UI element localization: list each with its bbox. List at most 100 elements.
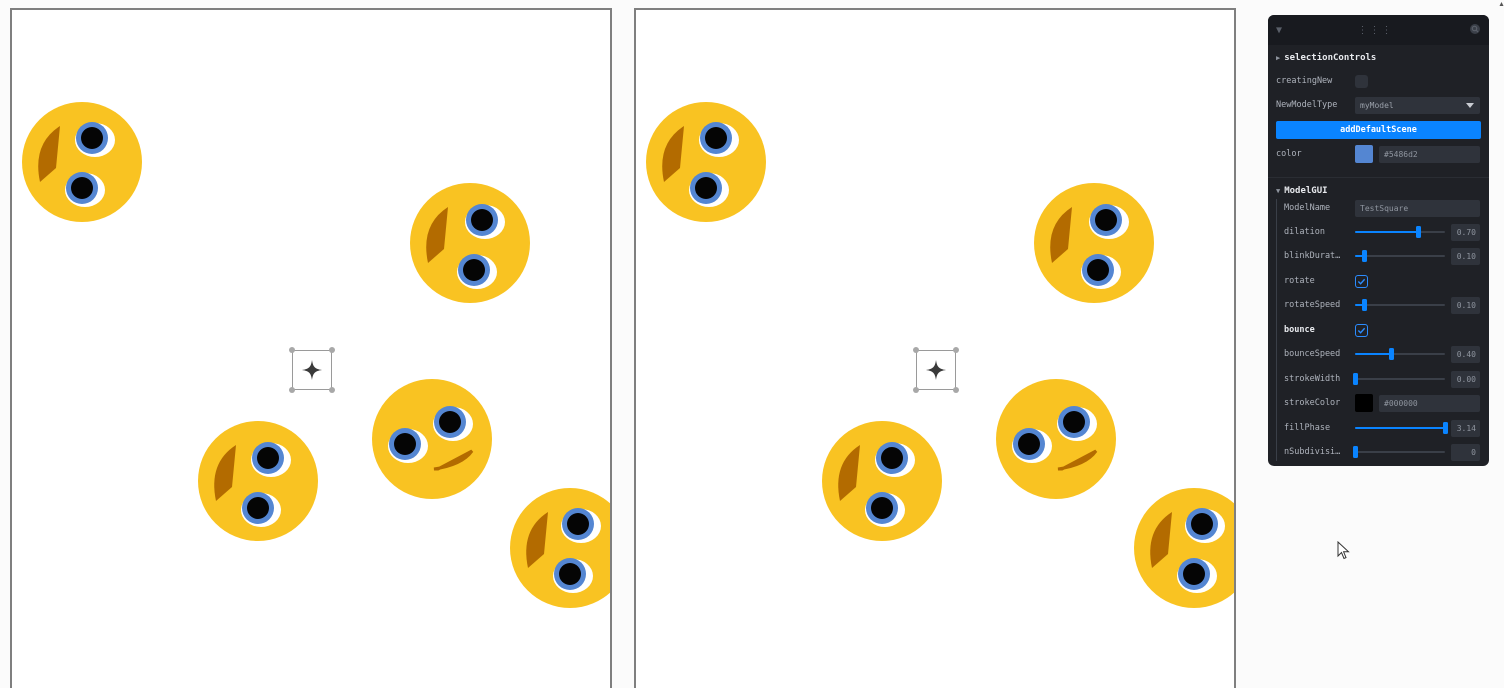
row-bounce: bounce (1268, 319, 1489, 341)
n-subdivisions-value[interactable]: 0 (1451, 443, 1480, 461)
handle-corner[interactable] (329, 347, 335, 353)
handle-corner[interactable] (289, 387, 295, 393)
dilation-value[interactable]: 0.70 (1451, 223, 1480, 241)
blink-duration-slider[interactable] (1355, 250, 1445, 262)
rotate-speed-slider-thumb[interactable] (1362, 299, 1367, 311)
rotate-speed-slider[interactable] (1355, 299, 1445, 311)
sparkle-icon (302, 360, 322, 380)
chevron-down-icon: ▼ (1276, 187, 1281, 195)
row-model-name: ModelName TestSquare (1268, 197, 1489, 219)
sparkle-icon (926, 360, 946, 380)
row-stroke-color: strokeColor #000000 (1268, 392, 1489, 414)
eye-face-model[interactable] (410, 183, 530, 303)
folder-title-model-gui: ModelGUI (1284, 186, 1328, 196)
mouse-cursor-icon (1337, 541, 1350, 560)
right-viewport[interactable] (634, 8, 1236, 688)
checkmark-icon (1357, 327, 1366, 334)
stroke-width-slider-thumb[interactable] (1353, 373, 1358, 385)
fill-phase-slider[interactable] (1355, 422, 1448, 434)
color-hex-field[interactable]: #5486d2 (1379, 145, 1480, 163)
new-model-type-select[interactable]: myModel (1355, 96, 1480, 114)
checkmark-icon (1357, 278, 1366, 285)
blink-duration-value[interactable]: 0.10 (1451, 247, 1480, 265)
scroll-up-icon[interactable] (1499, 0, 1504, 10)
row-bounce-speed: bounceSpeed 0.40 (1268, 343, 1489, 365)
row-new-model-type: NewModelType myModel (1268, 94, 1489, 116)
rotate-checkbox[interactable] (1355, 274, 1368, 288)
n-subdivisions-slider[interactable] (1353, 446, 1445, 458)
color-swatch[interactable] (1355, 145, 1373, 163)
stroke-color-hex-field[interactable]: #000000 (1379, 394, 1480, 412)
creating-new-label: creatingNew (1276, 76, 1333, 86)
bounce-speed-slider[interactable] (1355, 348, 1445, 360)
left-viewport[interactable] (10, 8, 612, 688)
model-name-field[interactable]: TestSquare (1355, 199, 1480, 217)
new-model-type-value: myModel (1360, 100, 1394, 110)
folder-divider (1268, 177, 1489, 178)
eye-face-model[interactable] (510, 488, 612, 608)
gui-header[interactable]: ▼ ⋮⋮⋮ (1268, 15, 1489, 45)
gui-panel: ▼ ⋮⋮⋮ ▶ selectionControls creatingNew Ne… (1268, 15, 1489, 466)
rotate-label: rotate (1284, 276, 1315, 286)
chevron-right-icon: ▶ (1276, 54, 1281, 62)
rotate-speed-label: rotateSpeed (1284, 300, 1341, 310)
eye-face-model[interactable] (646, 102, 766, 222)
collapse-icon[interactable]: ▼ (1276, 25, 1282, 36)
bounce-speed-slider-thumb[interactable] (1389, 348, 1394, 360)
stroke-width-slider[interactable] (1353, 373, 1445, 385)
row-creating-new: creatingNew (1268, 70, 1489, 92)
eye-face-model[interactable] (822, 421, 942, 541)
creating-new-checkbox[interactable] (1355, 74, 1368, 88)
fill-phase-value[interactable]: 3.14 (1451, 419, 1480, 437)
drag-handle-icon[interactable]: ⋮⋮⋮ (1358, 25, 1394, 36)
folder-model-gui[interactable]: ▼ ModelGUI (1276, 186, 1328, 196)
rotate-speed-value[interactable]: 0.10 (1451, 296, 1480, 314)
folder-selection-controls[interactable]: ▶ selectionControls (1276, 53, 1376, 63)
bounce-speed-slider-fill (1355, 353, 1391, 355)
dilation-label: dilation (1284, 227, 1325, 237)
dilation-slider-thumb[interactable] (1416, 226, 1421, 238)
bounce-checkbox[interactable] (1355, 323, 1368, 337)
stroke-color-label: strokeColor (1284, 398, 1341, 408)
eye-face-model[interactable] (198, 421, 318, 541)
selection-handle[interactable] (289, 347, 335, 393)
eye-face-model[interactable] (1034, 183, 1154, 303)
scene-canvas[interactable] (10, 8, 612, 688)
bounce-label: bounce (1284, 325, 1315, 335)
row-rotate-speed: rotateSpeed 0.10 (1268, 294, 1489, 316)
row-rotate: rotate (1268, 270, 1489, 292)
fill-phase-slider-thumb[interactable] (1443, 422, 1448, 434)
handle-corner[interactable] (329, 387, 335, 393)
row-dilation: dilation 0.70 (1268, 221, 1489, 243)
chevron-down-icon (1466, 102, 1474, 108)
search-icon[interactable] (1469, 23, 1481, 38)
color-label: color (1276, 149, 1302, 159)
handle-corner[interactable] (953, 347, 959, 353)
eye-face-model[interactable] (372, 379, 492, 499)
eye-face-model[interactable] (996, 379, 1116, 499)
stroke-width-value[interactable]: 0.00 (1451, 370, 1480, 388)
blink-duration-label: blinkDurat… (1284, 251, 1341, 261)
model-name-label: ModelName (1284, 203, 1331, 213)
dilation-slider[interactable] (1355, 226, 1445, 238)
selection-handle[interactable] (913, 347, 959, 393)
eye-face-model[interactable] (1134, 488, 1236, 608)
stroke-color-swatch[interactable] (1355, 394, 1373, 412)
handle-corner[interactable] (913, 347, 919, 353)
stroke-width-label: strokeWidth (1284, 374, 1341, 384)
row-n-subdivisions: nSubdivisi… 0 (1268, 441, 1489, 463)
folder-title-selection-controls: selectionControls (1284, 53, 1377, 63)
scene-canvas[interactable] (634, 8, 1236, 688)
fill-phase-slider-fill (1355, 427, 1445, 429)
dilation-slider-fill (1355, 231, 1418, 233)
add-default-scene-button[interactable]: addDefaultScene (1276, 121, 1481, 139)
blink-duration-slider-thumb[interactable] (1362, 250, 1367, 262)
handle-corner[interactable] (289, 347, 295, 353)
bounce-speed-value[interactable]: 0.40 (1451, 345, 1480, 363)
bounce-speed-label: bounceSpeed (1284, 349, 1341, 359)
row-fill-phase: fillPhase 3.14 (1268, 417, 1489, 439)
handle-corner[interactable] (953, 387, 959, 393)
eye-face-model[interactable] (22, 102, 142, 222)
handle-corner[interactable] (913, 387, 919, 393)
n-subdivisions-slider-thumb[interactable] (1353, 446, 1358, 458)
